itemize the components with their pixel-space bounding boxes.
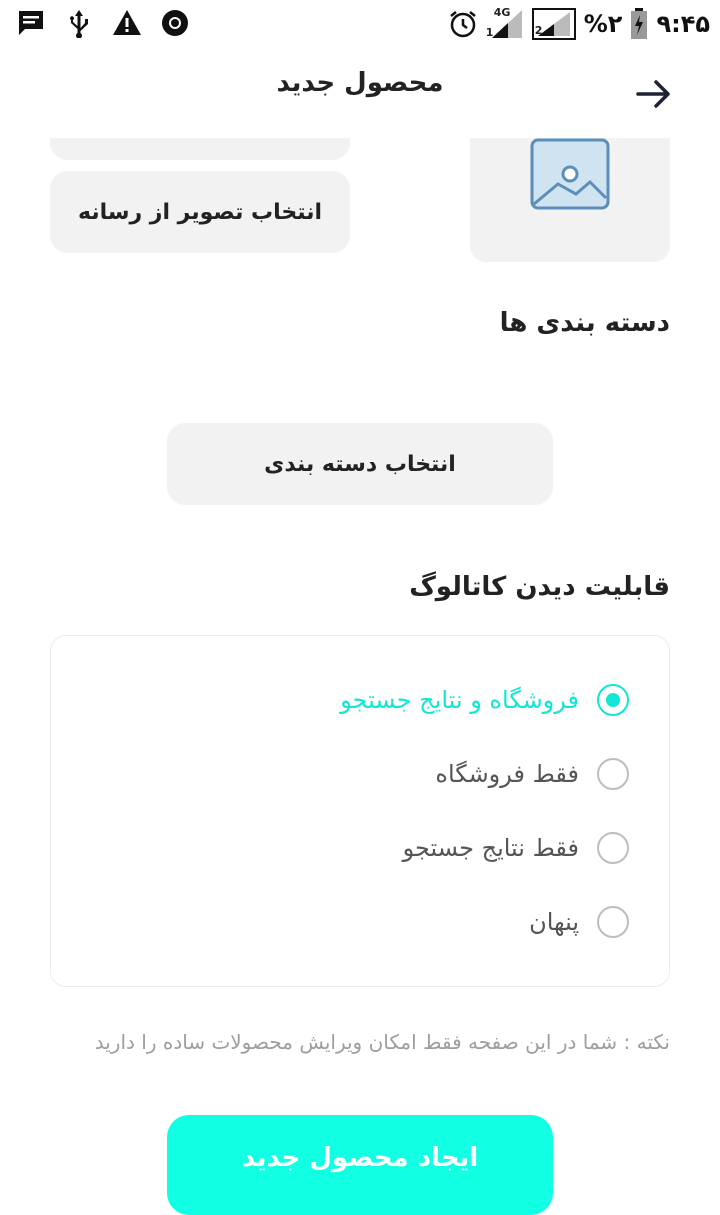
radio-label: فقط نتایج جستجو (402, 834, 579, 862)
sim1-label: 1 (485, 26, 494, 39)
visibility-options: فروشگاه و نتایج جستجو فقط فروشگاه فقط نت… (50, 635, 670, 987)
chrome-icon (162, 10, 188, 36)
battery-percent: %۲ (583, 10, 623, 38)
signal-icon: 2 (531, 8, 576, 40)
sim2-label: 2 (534, 24, 543, 37)
radio-label: فروشگاه و نتایج جستجو (340, 686, 579, 714)
status-bar: 4G 1 2 %۲ ۹:۴۵ (0, 0, 720, 50)
radio-unselected[interactable] (597, 906, 629, 938)
radio-unselected[interactable] (597, 758, 629, 790)
arrow-right-icon[interactable] (634, 74, 674, 114)
page-title: محصول جدید (276, 68, 444, 98)
signal-icon: 4G 1 (485, 6, 524, 40)
radio-label: فقط فروشگاه (435, 760, 579, 788)
radio-option-store-and-search[interactable]: فروشگاه و نتایج جستجو (340, 680, 629, 720)
message-icon (19, 11, 43, 35)
alarm-icon (449, 11, 476, 38)
note-text: نکته : شما در این صفحه فقط امکان ویرایش … (94, 1030, 670, 1054)
select-category-button[interactable]: انتخاب دسته بندی (167, 423, 553, 505)
radio-option-hidden[interactable]: پنهان (529, 902, 629, 942)
radio-label: پنهان (529, 908, 579, 936)
app-bar: محصول جدید (0, 50, 720, 138)
image-placeholder-icon (530, 138, 610, 210)
visibility-title: قابلیت دیدن کاتالوگ (409, 572, 670, 602)
battery-charging-icon (631, 8, 648, 39)
warning-icon (113, 10, 141, 35)
radio-selected[interactable] (597, 684, 629, 716)
select-media-button[interactable]: انتخاب تصویر از رسانه (50, 171, 350, 253)
network-label: 4G (493, 6, 511, 19)
radio-option-store-only[interactable]: فقط فروشگاه (435, 754, 629, 794)
usb-icon (70, 10, 88, 38)
create-product-button[interactable]: ایجاد محصول جدید (167, 1115, 553, 1215)
categories-title: دسته بندی ها (499, 308, 670, 338)
radio-unselected[interactable] (597, 832, 629, 864)
clock: ۹:۴۵ (656, 10, 710, 38)
radio-option-search-only[interactable]: فقط نتایج جستجو (403, 828, 629, 868)
